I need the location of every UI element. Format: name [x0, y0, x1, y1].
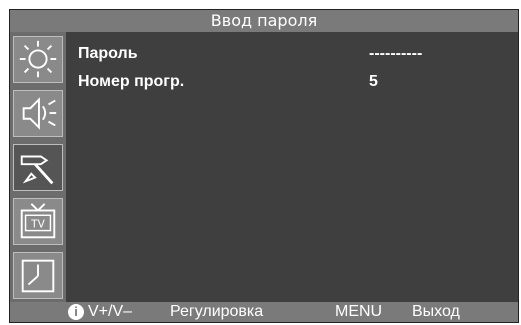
adjust-hint: Регулировка	[170, 303, 264, 320]
sidebar-item-setup[interactable]	[13, 144, 63, 191]
program-number-row[interactable]: Номер прогр. 5	[78, 73, 508, 93]
osd-window: Ввод пароля TV Пароль ---------- Номер п…	[9, 9, 519, 323]
sidebar-item-timer[interactable]	[13, 252, 63, 299]
volume-hint: V+/V–	[88, 303, 133, 320]
speaker-icon	[22, 97, 57, 130]
info-icon: i	[68, 304, 84, 320]
password-label: Пароль	[78, 45, 138, 62]
menu-key-hint: MENU	[335, 303, 383, 320]
clock-icon	[21, 259, 55, 293]
program-number-label: Номер прогр.	[78, 73, 185, 90]
password-row[interactable]: Пароль ----------	[78, 45, 508, 65]
window-title: Ввод пароля	[10, 10, 518, 32]
sidebar-item-sound[interactable]	[13, 90, 63, 137]
exit-hint: Выход	[412, 303, 460, 320]
hammer-icon	[20, 155, 54, 185]
program-number-value[interactable]: 5	[369, 73, 378, 91]
svg-text:TV: TV	[30, 219, 45, 231]
footer-help-bar: i V+/V– Регулировка MENU Выход	[10, 302, 518, 322]
brightness-icon	[19, 40, 57, 78]
sidebar: TV	[10, 32, 66, 304]
sidebar-item-picture[interactable]	[13, 36, 63, 83]
password-field[interactable]: ----------	[369, 45, 422, 63]
sidebar-item-channel[interactable]: TV	[13, 198, 63, 245]
tv-icon: TV	[20, 203, 56, 239]
